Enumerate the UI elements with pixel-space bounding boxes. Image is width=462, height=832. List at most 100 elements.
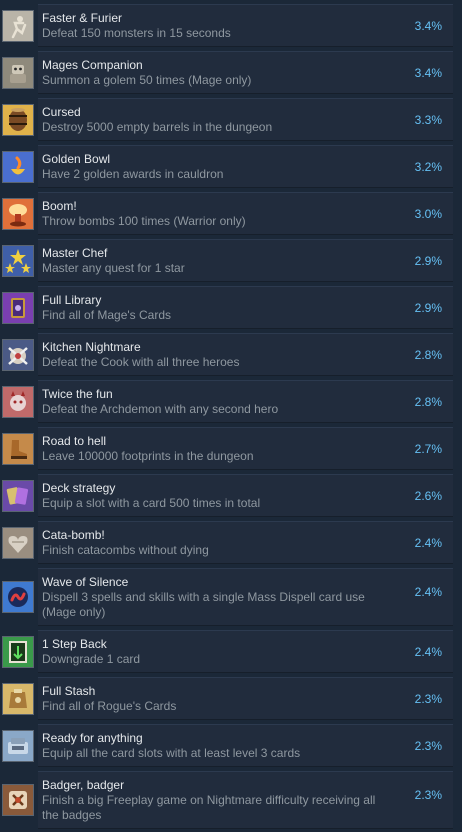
achievement-title: Boom! [42,199,77,213]
achievement-row[interactable]: Badger, badger Finish a big Freeplay game… [0,771,462,829]
achievement-title: Faster & Furier [42,11,123,25]
unlock-percentage: 2.4% [414,535,442,550]
stash-icon [2,682,34,715]
achievement-panel: Badger, badger Finish a big Freeplay game… [38,771,453,829]
unlock-percentage: 3.2% [414,159,442,174]
achievement-description: Find all of Rogue's Cards [42,699,177,713]
achievement-row[interactable]: Ready for anything Equip all the card slo… [0,724,462,767]
achievement-description: Have 2 golden awards in cauldron [42,167,224,181]
unlock-percentage: 2.3% [414,738,442,753]
achievement-description: Equip all the card slots with at least l… [42,746,301,760]
achievement-description: Defeat the Cook with all three heroes [42,355,240,369]
achievement-panel: Twice the fun Defeat the Archdemon with a… [38,380,453,423]
achievement-title: Full Library [42,293,102,307]
achievement-row[interactable]: Deck strategy Equip a slot with a card 50… [0,474,462,517]
achievement-row[interactable]: Mages Companion Summon a golem 50 times (… [0,51,462,94]
barrel-icon [2,103,34,136]
achievement-row[interactable]: 1 Step Back Downgrade 1 card 2.4% [0,630,462,673]
unlock-percentage: 3.3% [414,112,442,127]
unlock-percentage: 2.6% [414,488,442,503]
achievement-row[interactable]: Full Library Find all of Mage's Cards 2.9% [0,286,462,329]
achievement-row[interactable]: Cata-bomb! Finish catacombs without dying… [0,521,462,564]
achievement-panel: Full Library Find all of Mage's Cards 2.9% [38,286,453,329]
achievement-panel: 1 Step Back Downgrade 1 card 2.4% [38,630,453,673]
achievement-description: Master any quest for 1 star [42,261,185,275]
achievement-title: Full Stash [42,684,96,698]
achievement-description: Defeat the Archdemon with any second her… [42,402,279,416]
achievement-panel: Full Stash Find all of Rogue's Cards 2.3% [38,677,453,720]
stars-icon [2,244,34,277]
unlock-percentage: 2.9% [414,253,442,268]
running-figure-icon [2,9,34,42]
achievement-description: Destroy 5000 empty barrels in the dungeo… [42,120,273,134]
unlock-percentage: 2.7% [414,441,442,456]
achievement-title: 1 Step Back [42,637,107,651]
wave-icon [2,581,34,613]
achievement-title: Golden Bowl [42,152,111,166]
achievement-title: Road to hell [42,434,107,448]
step-back-icon [2,635,34,668]
explosion-icon [2,197,34,230]
heart-stone-icon [2,526,34,559]
achievement-description: Throw bombs 100 times (Warrior only) [42,214,246,228]
unlock-percentage: 2.3% [414,691,442,706]
cards-icon [2,479,34,512]
achievement-panel: Master Chef Master any quest for 1 star 2.… [38,239,453,282]
achievement-title: Wave of Silence [42,575,129,589]
unlock-percentage: 3.0% [414,206,442,221]
achievement-description: Leave 100000 footprints in the dungeon [42,449,254,463]
achievement-title: Cata-bomb! [42,528,105,542]
achievement-panel: Cata-bomb! Finish catacombs without dying… [38,521,453,564]
unlock-percentage: 2.8% [414,347,442,362]
achievement-panel: Kitchen Nightmare Defeat the Cook with al… [38,333,453,376]
achievement-description: Defeat 150 monsters in 15 seconds [42,26,231,40]
achievement-panel: Boom! Throw bombs 100 times (Warrior only… [38,192,453,235]
unlock-percentage: 2.3% [414,788,442,802]
achievement-row[interactable]: Kitchen Nightmare Defeat the Cook with al… [0,333,462,376]
achievement-row[interactable]: Boom! Throw bombs 100 times (Warrior only… [0,192,462,235]
boot-icon [2,432,34,465]
achievement-description: Find all of Mage's Cards [42,308,172,322]
achievement-row[interactable]: Road to hell Leave 100000 footprints in t… [0,427,462,470]
achievement-description: Equip a slot with a card 500 times in to… [42,496,261,510]
achievement-title: Badger, badger [42,778,125,792]
card-slots-icon [2,729,34,762]
achievement-panel: Cursed Destroy 5000 empty barrels in the … [38,98,453,141]
achievement-panel: Wave of Silence Dispell 3 spells and skil… [38,568,453,626]
achievement-row[interactable]: Master Chef Master any quest for 1 star 2.… [0,239,462,282]
unlock-percentage: 2.9% [414,300,442,315]
achievement-description: Downgrade 1 card [42,652,141,666]
cook-icon [2,338,34,371]
achievement-title: Deck strategy [42,481,116,495]
achievement-description: Finish a big Freeplay game on Nightmare … [42,793,376,822]
achievement-panel: Mages Companion Summon a golem 50 times (… [38,51,453,94]
achievement-title: Twice the fun [42,387,113,401]
achievement-description: Finish catacombs without dying [42,543,209,557]
unlock-percentage: 3.4% [414,18,442,33]
demon-icon [2,385,34,418]
golden-bowl-icon [2,150,34,183]
achievement-row[interactable]: Twice the fun Defeat the Archdemon with a… [0,380,462,423]
achievement-panel: Ready for anything Equip all the card slo… [38,724,453,767]
achievement-description: Summon a golem 50 times (Mage only) [42,73,252,87]
achievement-row[interactable]: Full Stash Find all of Rogue's Cards 2.3% [0,677,462,720]
card-library-icon [2,291,34,324]
unlock-percentage: 3.4% [414,65,442,80]
achievement-title: Ready for anything [42,731,143,745]
achievement-row[interactable]: Cursed Destroy 5000 empty barrels in the … [0,98,462,141]
achievement-title: Kitchen Nightmare [42,340,141,354]
unlock-percentage: 2.4% [414,644,442,659]
achievement-row[interactable]: Golden Bowl Have 2 golden awards in cauld… [0,145,462,188]
achievement-title: Master Chef [42,246,108,260]
achievement-description: Dispell 3 spells and skills with a singl… [42,590,365,619]
achievement-title: Cursed [42,105,81,119]
achievement-row[interactable]: Wave of Silence Dispell 3 spells and skil… [0,568,462,626]
unlock-percentage: 2.8% [414,394,442,409]
unlock-percentage: 2.4% [414,585,442,599]
achievement-panel: Deck strategy Equip a slot with a card 50… [38,474,453,517]
achievement-title: Mages Companion [42,58,143,72]
achievement-row[interactable]: Faster & Furier Defeat 150 monsters in 15… [0,4,462,47]
achievement-panel: Faster & Furier Defeat 150 monsters in 15… [38,4,453,47]
golem-icon [2,56,34,89]
badger-icon [2,784,34,816]
